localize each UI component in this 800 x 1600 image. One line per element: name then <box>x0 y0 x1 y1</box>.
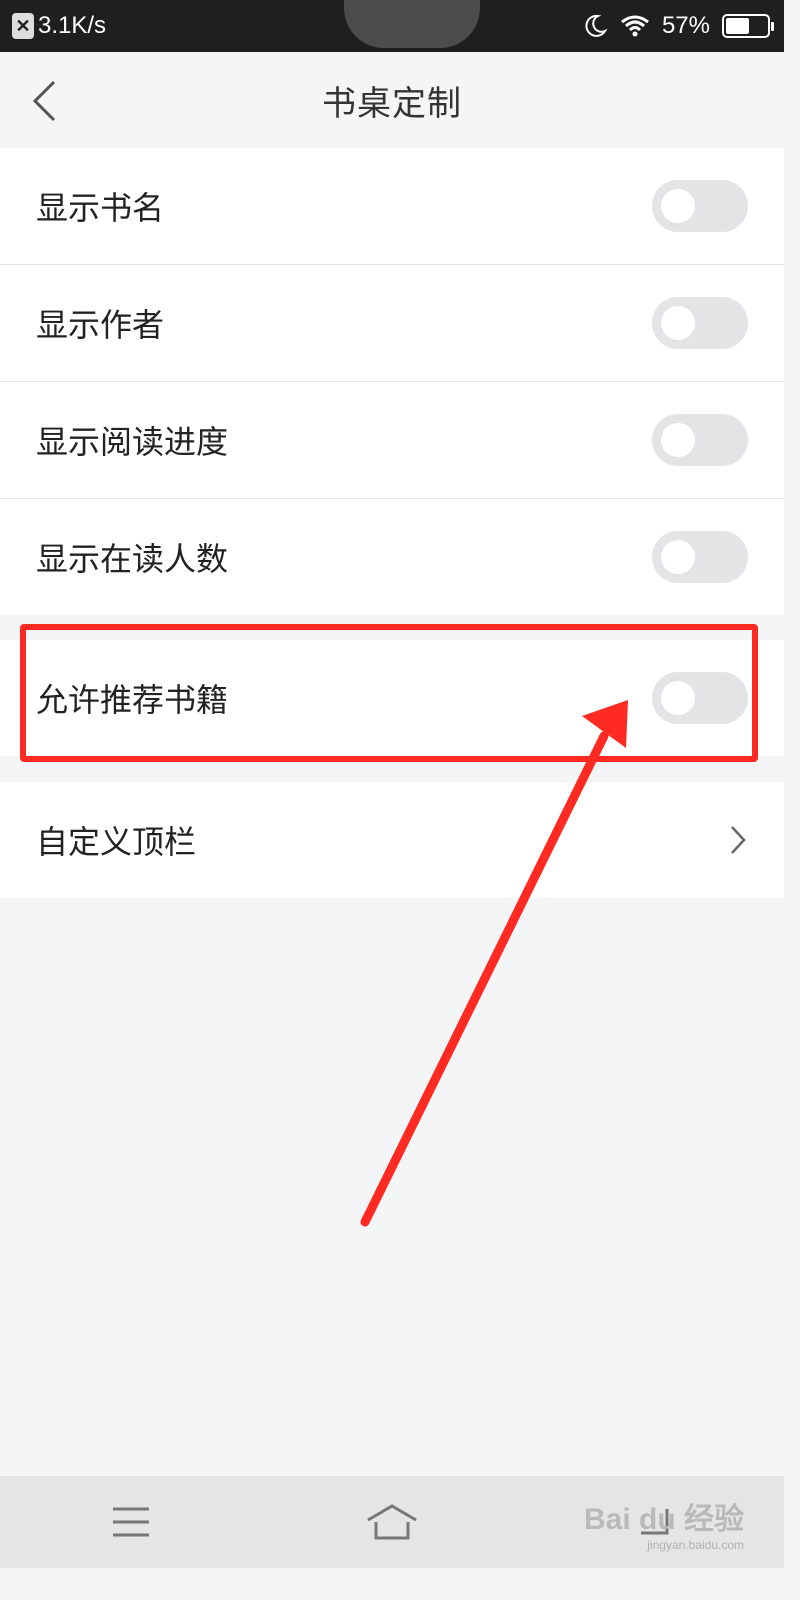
setting-row-show-readers: 显示在读人数 <box>0 499 784 615</box>
toggle-knob <box>661 189 695 223</box>
toggle-show-author[interactable] <box>652 297 748 349</box>
chevron-left-icon <box>32 80 56 122</box>
status-right: 57% <box>582 12 774 40</box>
moon-icon <box>585 14 608 37</box>
setting-label: 允许推荐书籍 <box>36 681 229 719</box>
page-title: 书桌定制 <box>322 83 462 124</box>
toggle-show-title[interactable] <box>652 180 748 232</box>
status-left: ✕ 3.1K/s <box>12 12 106 40</box>
camera-notch <box>344 0 480 48</box>
toggle-knob <box>661 423 695 457</box>
toggle-show-progress[interactable] <box>652 414 748 466</box>
baidu-jingyan-watermark: Bai du 经验 jingyan.baidu.com <box>583 1494 744 1552</box>
battery-percent: 57% <box>661 12 710 39</box>
header: 书桌定制 <box>0 52 784 148</box>
toggle-knob <box>661 306 695 340</box>
toggle-knob <box>661 681 695 715</box>
toggle-allow-recommend[interactable] <box>652 672 748 724</box>
home-icon <box>367 1504 417 1540</box>
menu-icon <box>112 1507 149 1537</box>
setting-row-show-progress: 显示阅读进度 <box>0 382 784 498</box>
watermark-logo-text: Bai du 经验 <box>583 1503 744 1536</box>
battery-level <box>726 18 749 34</box>
setting-label: 显示书名 <box>36 189 165 227</box>
home-button[interactable] <box>362 1497 422 1547</box>
close-notification-icon: ✕ <box>12 13 34 39</box>
network-speed: 3.1K/s <box>38 12 107 39</box>
setting-label: 显示作者 <box>36 306 165 344</box>
chevron-right-icon <box>731 826 746 854</box>
toggle-show-readers[interactable] <box>652 531 748 583</box>
setting-label: 显示阅读进度 <box>36 423 229 461</box>
setting-row-show-author: 显示作者 <box>0 265 784 381</box>
battery-icon <box>722 14 774 38</box>
custom-topbar-row[interactable]: 自定义顶栏 <box>0 782 784 898</box>
menu-button[interactable] <box>101 1497 161 1547</box>
back-button[interactable] <box>24 78 64 124</box>
custom-topbar-label: 自定义顶栏 <box>36 823 197 861</box>
setting-row-allow-recommend: 允许推荐书籍 <box>0 640 784 756</box>
wifi-icon <box>621 15 649 37</box>
watermark-url: jingyan.baidu.com <box>647 1538 744 1552</box>
setting-label: 显示在读人数 <box>36 540 229 578</box>
toggle-knob <box>661 540 695 574</box>
setting-row-show-title: 显示书名 <box>0 148 784 264</box>
